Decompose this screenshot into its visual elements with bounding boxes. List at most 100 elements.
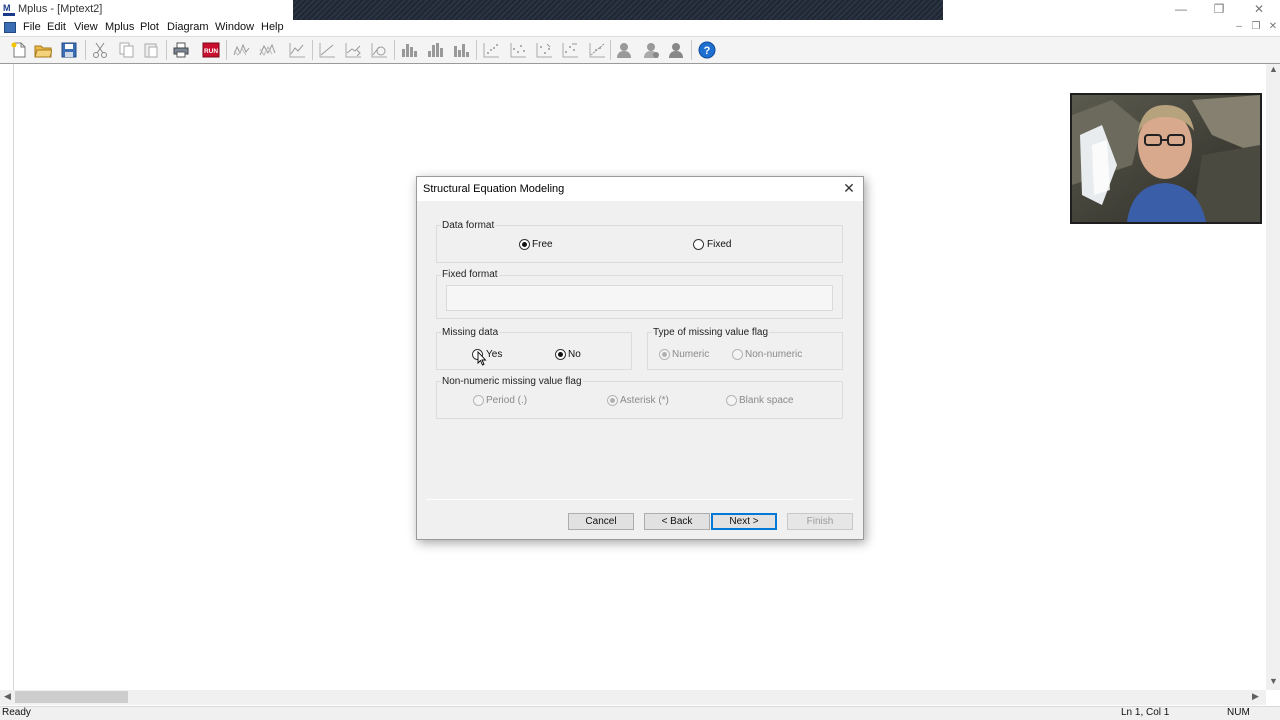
webcam-video-frame xyxy=(1072,95,1260,222)
print-button[interactable] xyxy=(170,40,192,60)
scatter-icon-3 xyxy=(536,43,552,58)
scroll-up-icon[interactable]: ▲ xyxy=(1269,64,1278,74)
menu-mplus[interactable]: Mplus xyxy=(105,21,134,33)
save-button[interactable] xyxy=(58,40,80,60)
window-title: Mplus - [Mptext2] xyxy=(18,3,103,15)
finish-button[interactable]: Finish xyxy=(787,513,853,530)
menu-plot[interactable]: Plot xyxy=(140,21,159,33)
mplus-logo-icon: M xyxy=(3,3,15,17)
help-button[interactable]: ? xyxy=(696,40,718,60)
plot-button-3[interactable] xyxy=(286,40,308,60)
radio-fixed-label[interactable]: Fixed xyxy=(707,239,731,250)
radio-missing-no[interactable] xyxy=(555,349,566,360)
plot-button-2[interactable] xyxy=(256,40,278,60)
menu-window[interactable]: Window xyxy=(215,21,254,33)
dialog-separator xyxy=(426,499,853,500)
person-button-3[interactable] xyxy=(665,40,687,60)
radio-period-label[interactable]: Period (.) xyxy=(486,395,527,406)
plot-icon-3 xyxy=(289,43,305,58)
run-button[interactable]: RUN xyxy=(200,40,222,60)
plot-icon-5 xyxy=(345,43,361,58)
bar-chart-icon-3 xyxy=(454,44,469,57)
data-format-label: Data format xyxy=(441,220,496,231)
close-button[interactable]: ✕ xyxy=(1240,0,1278,20)
scroll-down-icon[interactable]: ▼ xyxy=(1269,676,1278,686)
scroll-left-icon[interactable]: ◀ xyxy=(4,691,11,702)
open-button[interactable] xyxy=(32,40,54,60)
new-file-icon xyxy=(11,42,26,58)
plot-button-1[interactable] xyxy=(230,40,252,60)
radio-asterisk[interactable] xyxy=(607,395,618,406)
cancel-button[interactable]: Cancel xyxy=(568,513,634,530)
bar-chart-button-1[interactable] xyxy=(398,40,420,60)
radio-numeric-label[interactable]: Numeric xyxy=(672,349,709,360)
minimize-button[interactable]: — xyxy=(1162,0,1200,20)
next-button[interactable]: Next > xyxy=(711,513,777,530)
plot-button-5[interactable] xyxy=(342,40,364,60)
cut-button[interactable] xyxy=(89,40,111,60)
bar-chart-button-2[interactable] xyxy=(424,40,446,60)
document-icon[interactable] xyxy=(4,22,16,33)
scatter-button-3[interactable] xyxy=(533,40,555,60)
plot-button-4[interactable] xyxy=(316,40,338,60)
person-button-2[interactable] xyxy=(640,40,662,60)
radio-fixed[interactable] xyxy=(693,239,704,250)
menu-diagram[interactable]: Diagram xyxy=(167,21,209,33)
missing-flag-type-label: Type of missing value flag xyxy=(652,327,770,338)
mdi-minimize-button[interactable]: – xyxy=(1232,21,1246,32)
data-format-group xyxy=(436,225,843,263)
copy-icon xyxy=(119,42,134,58)
copy-button[interactable] xyxy=(115,40,137,60)
mdi-close-button[interactable]: ✕ xyxy=(1266,21,1280,32)
scatter-icon-5 xyxy=(589,43,605,58)
toolbar-separator xyxy=(476,40,477,60)
toolbar-separator xyxy=(691,40,692,60)
paste-button[interactable] xyxy=(140,40,162,60)
webcam-video xyxy=(1070,93,1262,224)
bar-chart-button-3[interactable] xyxy=(450,40,472,60)
scatter-button-1[interactable] xyxy=(480,40,502,60)
plot-button-6[interactable] xyxy=(368,40,390,60)
scroll-right-icon[interactable]: ▶ xyxy=(1252,691,1259,702)
scatter-button-4[interactable] xyxy=(559,40,581,60)
toolbar-separator xyxy=(394,40,395,60)
scatter-button-5[interactable] xyxy=(586,40,608,60)
vertical-scrollbar[interactable]: ▲ ▼ xyxy=(1266,64,1280,690)
radio-non-numeric-label[interactable]: Non-numeric xyxy=(745,349,802,360)
dialog-close-button[interactable]: ✕ xyxy=(840,180,858,198)
radio-asterisk-label[interactable]: Asterisk (*) xyxy=(620,395,669,406)
menu-edit[interactable]: Edit xyxy=(47,21,66,33)
radio-free-label[interactable]: Free xyxy=(532,239,553,250)
help-icon: ? xyxy=(698,41,716,59)
radio-non-numeric[interactable] xyxy=(732,349,743,360)
dialog-title: Structural Equation Modeling xyxy=(423,183,565,195)
radio-missing-no-label[interactable]: No xyxy=(568,349,581,360)
horizontal-scroll-thumb[interactable] xyxy=(15,691,128,703)
back-button[interactable]: < Back xyxy=(644,513,710,530)
editor-margin xyxy=(0,64,14,690)
menu-file[interactable]: File xyxy=(23,21,41,33)
menu-help[interactable]: Help xyxy=(261,21,284,33)
mouse-cursor-icon xyxy=(477,351,487,366)
radio-free[interactable] xyxy=(519,239,530,250)
restore-button[interactable]: ❐ xyxy=(1200,0,1238,20)
mdi-restore-button[interactable]: ❐ xyxy=(1249,21,1263,32)
run-icon: RUN xyxy=(202,42,220,58)
menu-view[interactable]: View xyxy=(74,21,98,33)
svg-text:RUN: RUN xyxy=(204,48,218,55)
radio-missing-yes-label[interactable]: Yes xyxy=(486,349,502,360)
scatter-button-2[interactable] xyxy=(507,40,529,60)
radio-blank-space-label[interactable]: Blank space xyxy=(739,395,793,406)
missing-data-label: Missing data xyxy=(441,327,500,338)
person-button-1[interactable] xyxy=(613,40,635,60)
fixed-format-field[interactable] xyxy=(446,285,833,311)
svg-text:?: ? xyxy=(704,45,711,57)
toolbar-separator xyxy=(226,40,227,60)
horizontal-scrollbar[interactable]: ◀ ▶ xyxy=(0,690,1266,705)
radio-period[interactable] xyxy=(473,395,484,406)
radio-blank-space[interactable] xyxy=(726,395,737,406)
plot-icon-1 xyxy=(233,43,250,56)
new-file-button[interactable] xyxy=(8,40,30,60)
radio-numeric[interactable] xyxy=(659,349,670,360)
plot-icon-2 xyxy=(259,43,276,56)
